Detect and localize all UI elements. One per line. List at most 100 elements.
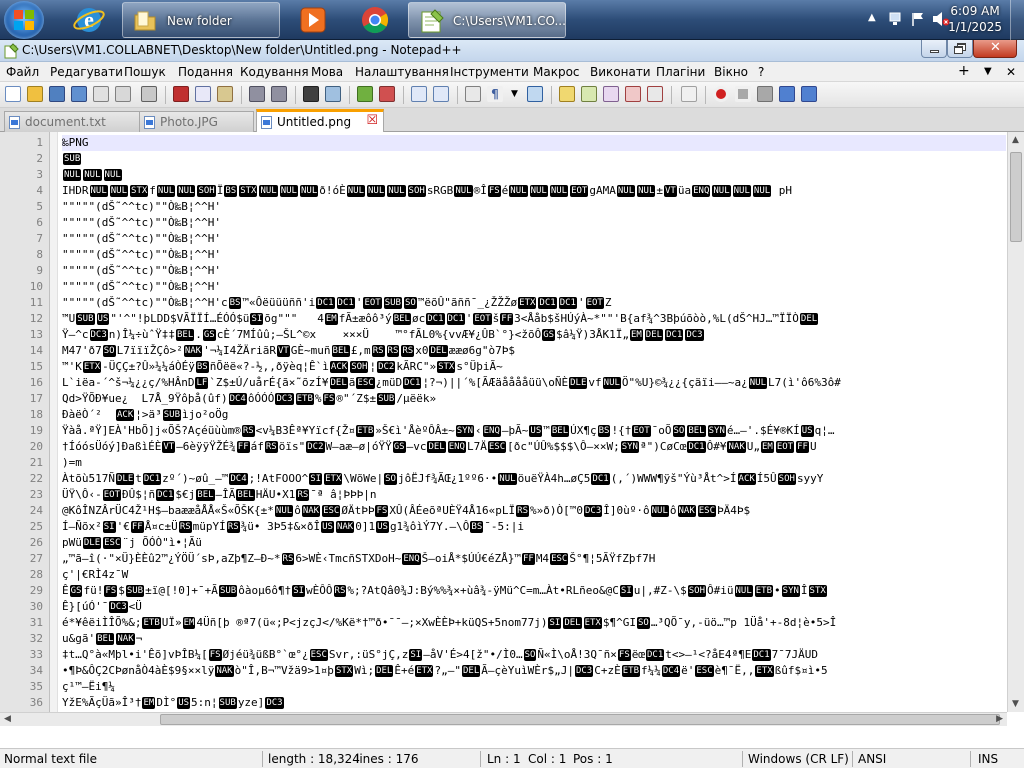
taskbar-item-notepadpp[interactable]: C:\Users\VM1.CO... bbox=[408, 2, 566, 38]
start-button[interactable] bbox=[4, 1, 44, 39]
close-all-icon[interactable] bbox=[115, 86, 131, 102]
cut-icon[interactable] bbox=[173, 86, 189, 102]
indent-guide-icon[interactable] bbox=[527, 86, 543, 102]
network-icon[interactable] bbox=[888, 11, 904, 27]
text-line[interactable]: ÜŸ\Ô‹- EOT ÐÛ$¦ñ DC1 $€j BEL —ÎÃ BEL HÄU•X1 RS ¯ª … bbox=[62, 487, 1006, 503]
record-macro-icon[interactable] bbox=[713, 86, 729, 102]
action-center-flag-icon[interactable] bbox=[910, 11, 926, 27]
sync-vertical-icon[interactable] bbox=[411, 86, 427, 102]
chrome-pinned-icon[interactable] bbox=[348, 2, 402, 38]
text-line[interactable]: Ê GS fü! FS $ SUB ±ï@[!0]+¯+Ã SUB ôàoµ6ô¶† SI wÈÔÔ… bbox=[62, 583, 1006, 599]
status-pos[interactable]: Pos : 1 bbox=[573, 752, 613, 766]
menu-settings[interactable]: Налаштування bbox=[355, 65, 449, 79]
sync-horizontal-icon[interactable] bbox=[433, 86, 449, 102]
redo-icon[interactable] bbox=[271, 86, 287, 102]
vertical-scrollbar[interactable]: ▲ ▼ bbox=[1007, 132, 1024, 712]
text-line[interactable]: ™U SUB US "'^"!þLDD$VÃÏÏÍ…ÉÓÓ$ü SI õg""" 4 EM f… bbox=[62, 311, 1006, 327]
new-file-icon[interactable] bbox=[5, 86, 21, 102]
status-ln[interactable]: Ln : 1 bbox=[487, 752, 521, 766]
menu-search[interactable]: Пошук bbox=[124, 65, 166, 79]
text-line[interactable]: Qd>ŸÕÐ¥ue¿ L7Å_9Ÿôþå(ûf) DC4 ôÓÓÓ DC3 ETB% FS… bbox=[62, 391, 1006, 407]
save-macro-icon[interactable] bbox=[801, 86, 817, 102]
dropdown-arrow-icon[interactable]: ▼ bbox=[511, 89, 518, 99]
menu-plugins[interactable]: Плагіни bbox=[656, 65, 705, 79]
text-line[interactable]: """""(dŠ˜^^tc)""Ò‰B¦^^H' bbox=[62, 247, 1006, 263]
menu-macro[interactable]: Макрос bbox=[533, 65, 580, 79]
text-line[interactable]: Àtõù517Ñ DLE t DC1 zº´)~øû_—™ DC4 ;!AtFOOO^ SI E… bbox=[62, 471, 1006, 487]
zoom-in-icon[interactable] bbox=[357, 86, 373, 102]
tab-document-txt[interactable]: document.txt bbox=[4, 111, 150, 132]
show-desktop-button[interactable] bbox=[1010, 0, 1024, 40]
restore-button[interactable] bbox=[947, 40, 973, 58]
scroll-up-arrow-icon[interactable]: ▲ bbox=[1012, 135, 1019, 145]
close-window-button[interactable]: ✕ bbox=[973, 40, 1017, 58]
text-line[interactable]: ™'K ETX -ÜÇÇ±?Û»¼¼áÒÉÿ BS ñÕëë«?-½,,ðÿèq¦Ê`ì… bbox=[62, 359, 1006, 375]
tab-list-dropdown-button[interactable]: ▼ bbox=[984, 66, 992, 77]
new-tab-plus-button[interactable]: + bbox=[958, 63, 970, 79]
scroll-down-arrow-icon[interactable]: ▼ bbox=[1012, 699, 1019, 709]
menu-tools[interactable]: Інструменти bbox=[450, 65, 529, 79]
scroll-left-arrow-icon[interactable]: ◀ bbox=[4, 714, 11, 724]
tab-photo-jpg[interactable]: Photo.JPG bbox=[139, 111, 254, 132]
stop-macro-icon[interactable] bbox=[735, 86, 751, 102]
status-insert-mode[interactable]: INS bbox=[978, 752, 998, 766]
text-line[interactable]: """""(dŠ˜^^tc)""Ò‰B¦^^H' bbox=[62, 279, 1006, 295]
text-line[interactable]: ç¹™—Ëi¶¼ bbox=[62, 679, 1006, 695]
text-line[interactable]: )=m bbox=[62, 455, 1006, 471]
folder-as-workspace-icon[interactable] bbox=[625, 86, 641, 102]
text-line[interactable]: M47'ð7 SO L7ïïïŽÇô>² NAK '¬¼I4ŽÄriãR VT GÈ~muñ… bbox=[62, 343, 1006, 359]
document-map-icon[interactable] bbox=[581, 86, 597, 102]
undo-icon[interactable] bbox=[249, 86, 265, 102]
text-content[interactable]: ‰PNG SUB NUL NUL NUL IHDR NUL NUL STX f NUL NUL SOH Ï… bbox=[62, 132, 1006, 712]
text-line[interactable]: @KôÎNZÂrÜC4Ž¹H$—baææåÅÅ«Š«ÕŠK{±* NUL ô NAK E… bbox=[62, 503, 1006, 519]
show-hidden-icons-icon[interactable]: ▲ bbox=[868, 12, 876, 23]
preview-icon[interactable] bbox=[681, 86, 697, 102]
save-all-icon[interactable] bbox=[71, 86, 87, 102]
text-line[interactable]: L`iëa-´^š¬¼¿¿ç/%HÂnD LF `Z$±Ú/uårÉ{ã×˜õzÍ¥… bbox=[62, 375, 1006, 391]
horizontal-scroll-thumb[interactable] bbox=[160, 714, 1000, 725]
menu-window[interactable]: Вікно bbox=[714, 65, 748, 79]
internet-explorer-pinned-icon[interactable]: e bbox=[62, 2, 116, 38]
text-line[interactable]: Ÿ—^c DC3 n)Î¼÷ùˆŸ‡‡ BEL. GS cÈ´7MÍûû;–ŠL^©x ×… bbox=[62, 327, 1006, 343]
function-list-icon[interactable] bbox=[603, 86, 619, 102]
menu-view[interactable]: Подання bbox=[178, 65, 233, 79]
text-line[interactable]: Ÿàå.ªŸ]EÀ'HbÕ]j«ÕŠ?Açéüùùm® RS <v¼B3Êª¥Yïc… bbox=[62, 423, 1006, 439]
print-icon[interactable] bbox=[141, 86, 157, 102]
minimize-button[interactable] bbox=[921, 40, 947, 58]
copy-icon[interactable] bbox=[195, 86, 211, 102]
play-macro-icon[interactable] bbox=[757, 86, 773, 102]
open-file-icon[interactable] bbox=[27, 86, 43, 102]
text-line[interactable]: IHDR NUL NUL STX f NUL NUL SOH Ï BS STX NUL NUL NUL ð!… bbox=[62, 183, 1006, 199]
text-line[interactable]: Í–Ñõx² SI '€ FF Å¤c±Ü RS müpYÍ RS ¾ü• 3Þ5‡&×ðÎ US… bbox=[62, 519, 1006, 535]
scroll-right-arrow-icon[interactable]: ▶ bbox=[996, 714, 1003, 724]
text-line[interactable]: é*¥êëiÌÎÕ%&; ETB UÏ» EM 4Üñ[þ ®ª7(ü«;P<jzçJ<… bbox=[62, 615, 1006, 631]
text-line[interactable]: Ê}[úÓ'¯ DC3 <Ü bbox=[62, 599, 1006, 615]
tab-untitled-png[interactable]: Untitled.png ☒ bbox=[256, 109, 384, 133]
save-icon[interactable] bbox=[49, 86, 65, 102]
horizontal-scrollbar[interactable]: ◀ ▶ bbox=[0, 712, 1007, 726]
replace-icon[interactable] bbox=[325, 86, 341, 102]
menu-language[interactable]: Мова bbox=[311, 65, 343, 79]
close-tab-icon[interactable]: ☒ bbox=[366, 113, 378, 128]
clock[interactable]: 6:09 AM 1/1/2025 bbox=[948, 3, 1002, 35]
text-line[interactable]: """""(dŠ˜^^tc)""Ò‰B¦^^H' bbox=[62, 263, 1006, 279]
text-line[interactable]: SUB bbox=[62, 151, 1006, 167]
zoom-out-icon[interactable] bbox=[379, 86, 395, 102]
show-all-characters-icon[interactable]: ¶ bbox=[487, 86, 503, 102]
taskbar-item-new-folder[interactable]: New folder bbox=[122, 2, 280, 38]
text-line[interactable]: """""(dŠ˜^^tc)""Ò‰B¦^^H' bbox=[62, 231, 1006, 247]
text-line[interactable]: „™ã–î(·"×Ü}ÈÈû2™¿ÝÖÜ´sÞ,aZþ¶Z–Ð~* RS 6>WÈ‹… bbox=[62, 551, 1006, 567]
text-line[interactable]: ÐàëÒ´² ACK ¦>ä³ SUB ìjo²oÖg bbox=[62, 407, 1006, 423]
menu-encoding[interactable]: Кодування bbox=[240, 65, 309, 79]
text-line[interactable]: """""(dŠ˜^^tc)""Ò‰B¦^^H' bbox=[62, 215, 1006, 231]
status-encoding[interactable]: ANSI bbox=[858, 752, 886, 766]
media-player-pinned-icon[interactable] bbox=[286, 2, 340, 38]
vertical-scroll-thumb[interactable] bbox=[1010, 152, 1022, 242]
close-file-icon[interactable] bbox=[93, 86, 109, 102]
user-language-icon[interactable] bbox=[559, 86, 575, 102]
text-line[interactable]: ‡t…Q°à«Mþl•i'Êõ]vÞÎB¼[FS Øjéü¾üßB°`œ°¿ ESC… bbox=[62, 647, 1006, 663]
text-line[interactable]: NUL NUL NUL bbox=[62, 167, 1006, 183]
status-col[interactable]: Col : 1 bbox=[528, 752, 566, 766]
text-line[interactable]: YžE%ÃçÜã»Î³† EM DÌ° US 5:n¦ SUB yze] DC3 bbox=[62, 695, 1006, 711]
monitoring-icon[interactable] bbox=[647, 86, 663, 102]
